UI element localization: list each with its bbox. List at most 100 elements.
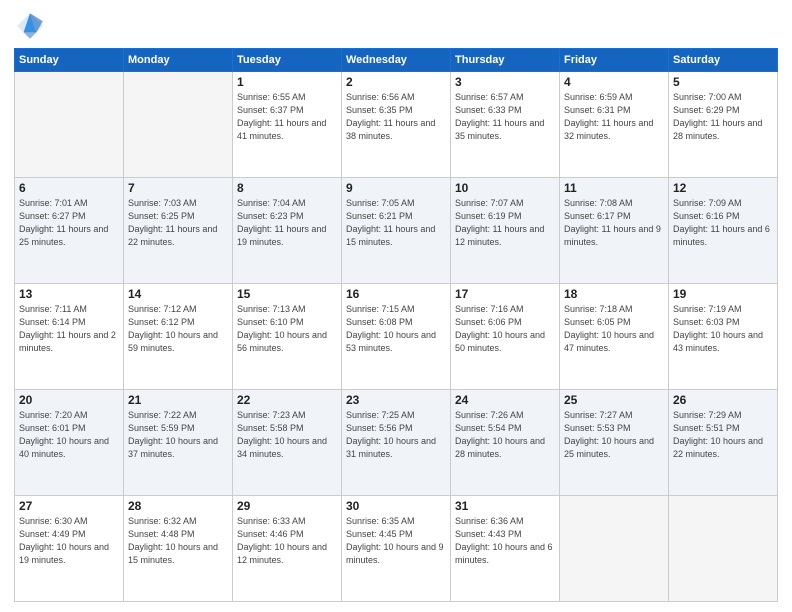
day-number: 18 (564, 287, 664, 301)
day-info: Sunrise: 7:01 AMSunset: 6:27 PMDaylight:… (19, 197, 119, 249)
calendar-cell: 25Sunrise: 7:27 AMSunset: 5:53 PMDayligh… (560, 390, 669, 496)
calendar-cell: 16 Sunrise: 7:15 AMSunset: 6:08 PMDayligh… (342, 284, 451, 390)
day-number: 5 (673, 75, 773, 89)
calendar-cell: 26 Sunrise: 7:29 AMSunset: 5:51 PMDayligh… (669, 390, 778, 496)
day-info: Sunrise: 7:07 AMSunset: 6:19 PMDaylight:… (455, 197, 555, 249)
day-info: Sunrise: 7:22 AMSunset: 5:59 PMDaylight:… (128, 409, 228, 461)
calendar-cell: 5 Sunrise: 7:00 AMSunset: 6:29 PMDaylight… (669, 72, 778, 178)
day-number: 23 (346, 393, 446, 407)
calendar-cell: 11 Sunrise: 7:08 AMSunset: 6:17 PMDayligh… (560, 178, 669, 284)
calendar-week-row: 20 Sunrise: 7:20 AMSunset: 6:01 PMDayligh… (15, 390, 778, 496)
day-info: Sunrise: 6:32 AMSunset: 4:48 PMDaylight:… (128, 515, 228, 567)
calendar-cell: 20 Sunrise: 7:20 AMSunset: 6:01 PMDayligh… (15, 390, 124, 496)
calendar-cell: 19Sunrise: 7:19 AMSunset: 6:03 PMDayligh… (669, 284, 778, 390)
day-number: 20 (19, 393, 119, 407)
weekday-header-sunday: Sunday (15, 49, 124, 72)
day-info: Sunrise: 7:23 AMSunset: 5:58 PMDaylight:… (237, 409, 337, 461)
day-number: 2 (346, 75, 446, 89)
day-number: 26 (673, 393, 773, 407)
calendar-cell: 14Sunrise: 7:12 AMSunset: 6:12 PMDayligh… (124, 284, 233, 390)
day-info: Sunrise: 6:55 AMSunset: 6:37 PMDaylight:… (237, 91, 337, 143)
day-number: 10 (455, 181, 555, 195)
calendar-week-row: 27 Sunrise: 6:30 AMSunset: 4:49 PMDayligh… (15, 496, 778, 602)
day-info: Sunrise: 7:19 AMSunset: 6:03 PMDaylight:… (673, 303, 773, 355)
day-number: 17 (455, 287, 555, 301)
day-info: Sunrise: 6:57 AMSunset: 6:33 PMDaylight:… (455, 91, 555, 143)
day-number: 15 (237, 287, 337, 301)
calendar-cell: 29 Sunrise: 6:33 AMSunset: 4:46 PMDayligh… (233, 496, 342, 602)
calendar-cell: 24 Sunrise: 7:26 AMSunset: 5:54 PMDayligh… (451, 390, 560, 496)
day-info: Sunrise: 6:33 AMSunset: 4:46 PMDaylight:… (237, 515, 337, 567)
calendar-cell: 27 Sunrise: 6:30 AMSunset: 4:49 PMDayligh… (15, 496, 124, 602)
day-info: Sunrise: 7:25 AMSunset: 5:56 PMDaylight:… (346, 409, 446, 461)
day-number: 29 (237, 499, 337, 513)
calendar-cell (15, 72, 124, 178)
calendar-cell: 17 Sunrise: 7:16 AMSunset: 6:06 PMDayligh… (451, 284, 560, 390)
day-number: 24 (455, 393, 555, 407)
day-number: 4 (564, 75, 664, 89)
weekday-header-monday: Monday (124, 49, 233, 72)
day-info: Sunrise: 7:00 AMSunset: 6:29 PMDaylight:… (673, 91, 773, 143)
calendar-cell: 12Sunrise: 7:09 AMSunset: 6:16 PMDayligh… (669, 178, 778, 284)
logo (14, 10, 50, 42)
day-number: 9 (346, 181, 446, 195)
calendar-cell: 23 Sunrise: 7:25 AMSunset: 5:56 PMDayligh… (342, 390, 451, 496)
day-number: 6 (19, 181, 119, 195)
day-number: 28 (128, 499, 228, 513)
day-info: Sunrise: 6:36 AMSunset: 4:43 PMDaylight:… (455, 515, 555, 567)
day-info: Sunrise: 7:13 AMSunset: 6:10 PMDaylight:… (237, 303, 337, 355)
calendar-week-row: 13Sunrise: 7:11 AMSunset: 6:14 PMDayligh… (15, 284, 778, 390)
day-number: 21 (128, 393, 228, 407)
day-number: 27 (19, 499, 119, 513)
weekday-header-wednesday: Wednesday (342, 49, 451, 72)
day-info: Sunrise: 7:18 AMSunset: 6:05 PMDaylight:… (564, 303, 664, 355)
calendar-cell (560, 496, 669, 602)
calendar-cell: 22 Sunrise: 7:23 AMSunset: 5:58 PMDayligh… (233, 390, 342, 496)
calendar-cell: 28 Sunrise: 6:32 AMSunset: 4:48 PMDayligh… (124, 496, 233, 602)
day-info: Sunrise: 7:29 AMSunset: 5:51 PMDaylight:… (673, 409, 773, 461)
day-info: Sunrise: 7:26 AMSunset: 5:54 PMDaylight:… (455, 409, 555, 461)
day-number: 3 (455, 75, 555, 89)
day-info: Sunrise: 7:08 AMSunset: 6:17 PMDaylight:… (564, 197, 664, 249)
day-info: Sunrise: 7:04 AMSunset: 6:23 PMDaylight:… (237, 197, 337, 249)
calendar-week-row: 6 Sunrise: 7:01 AMSunset: 6:27 PMDaylight… (15, 178, 778, 284)
calendar-cell: 3 Sunrise: 6:57 AMSunset: 6:33 PMDaylight… (451, 72, 560, 178)
day-number: 22 (237, 393, 337, 407)
day-info: Sunrise: 7:16 AMSunset: 6:06 PMDaylight:… (455, 303, 555, 355)
day-number: 30 (346, 499, 446, 513)
calendar-cell: 4Sunrise: 6:59 AMSunset: 6:31 PMDaylight… (560, 72, 669, 178)
day-number: 13 (19, 287, 119, 301)
header (14, 10, 778, 42)
day-number: 25 (564, 393, 664, 407)
day-number: 7 (128, 181, 228, 195)
calendar-cell: 8 Sunrise: 7:04 AMSunset: 6:23 PMDaylight… (233, 178, 342, 284)
calendar-cell: 2 Sunrise: 6:56 AMSunset: 6:35 PMDaylight… (342, 72, 451, 178)
calendar-cell: 30 Sunrise: 6:35 AMSunset: 4:45 PMDayligh… (342, 496, 451, 602)
day-number: 31 (455, 499, 555, 513)
calendar-cell (669, 496, 778, 602)
day-info: Sunrise: 6:30 AMSunset: 4:49 PMDaylight:… (19, 515, 119, 567)
weekday-header-friday: Friday (560, 49, 669, 72)
day-info: Sunrise: 7:05 AMSunset: 6:21 PMDaylight:… (346, 197, 446, 249)
calendar-cell: 15 Sunrise: 7:13 AMSunset: 6:10 PMDayligh… (233, 284, 342, 390)
day-number: 1 (237, 75, 337, 89)
day-number: 8 (237, 181, 337, 195)
calendar-cell: 21 Sunrise: 7:22 AMSunset: 5:59 PMDayligh… (124, 390, 233, 496)
weekday-header-tuesday: Tuesday (233, 49, 342, 72)
day-info: Sunrise: 6:35 AMSunset: 4:45 PMDaylight:… (346, 515, 446, 567)
day-number: 16 (346, 287, 446, 301)
day-number: 14 (128, 287, 228, 301)
calendar-cell: 1 Sunrise: 6:55 AMSunset: 6:37 PMDaylight… (233, 72, 342, 178)
calendar-cell (124, 72, 233, 178)
day-info: Sunrise: 6:56 AMSunset: 6:35 PMDaylight:… (346, 91, 446, 143)
calendar-cell: 9 Sunrise: 7:05 AMSunset: 6:21 PMDaylight… (342, 178, 451, 284)
logo-icon (14, 10, 46, 42)
calendar-cell: 18 Sunrise: 7:18 AMSunset: 6:05 PMDayligh… (560, 284, 669, 390)
weekday-header-row: SundayMondayTuesdayWednesdayThursdayFrid… (15, 49, 778, 72)
calendar-cell: 31 Sunrise: 6:36 AMSunset: 4:43 PMDayligh… (451, 496, 560, 602)
day-info: Sunrise: 7:09 AMSunset: 6:16 PMDaylight:… (673, 197, 773, 249)
day-info: Sunrise: 7:15 AMSunset: 6:08 PMDaylight:… (346, 303, 446, 355)
day-number: 11 (564, 181, 664, 195)
day-info: Sunrise: 7:03 AMSunset: 6:25 PMDaylight:… (128, 197, 228, 249)
day-info: Sunrise: 7:20 AMSunset: 6:01 PMDaylight:… (19, 409, 119, 461)
